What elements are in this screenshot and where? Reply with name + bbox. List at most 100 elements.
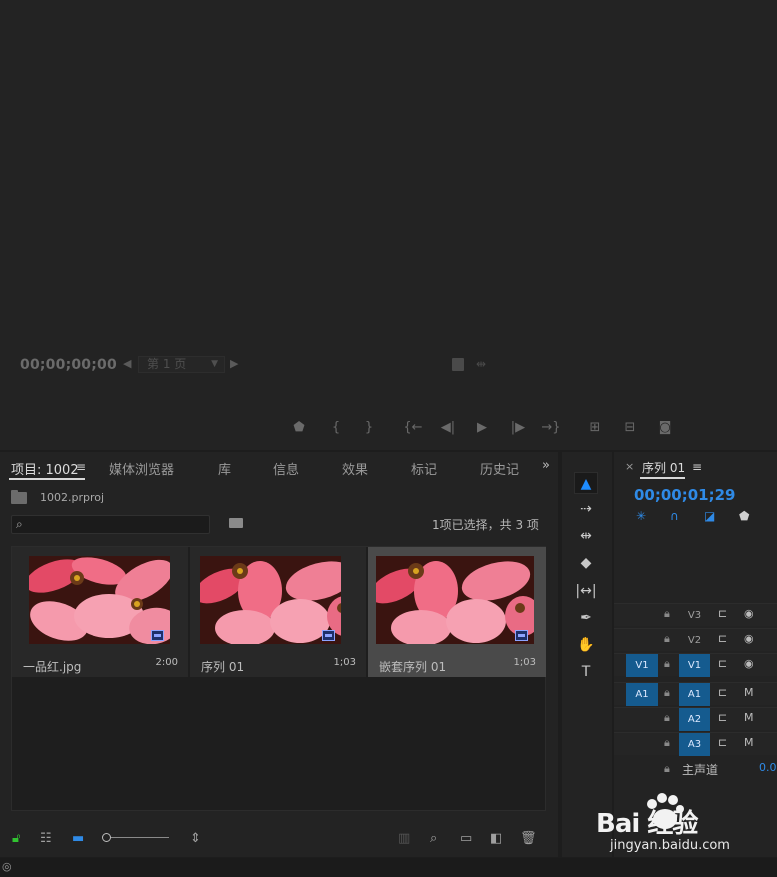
tab-markers[interactable]: 标记 <box>411 459 437 478</box>
baidu-watermark: Bai 经验 jingyan.baidu.com <box>596 790 777 860</box>
source-patch[interactable]: V1 <box>626 654 658 677</box>
sync-icon[interactable]: ⊏ <box>718 657 727 670</box>
sort-icon[interactable]: ⇕ <box>190 831 201 846</box>
camera-icon[interactable]: ◙ <box>655 420 675 435</box>
type-tool-icon[interactable]: T <box>574 661 598 683</box>
track-label[interactable]: V1 <box>679 654 710 677</box>
add-marker-icon[interactable]: ⬟ <box>289 420 309 435</box>
go-to-out-icon[interactable]: →} <box>541 420 561 435</box>
automate-icon[interactable]: ▥ <box>398 831 410 846</box>
lock-icon[interactable]: 🔒︎ <box>664 632 670 646</box>
trash-icon[interactable]: 🗑︎ <box>520 831 537 846</box>
sync-icon[interactable]: ⊏ <box>718 686 727 699</box>
sync-icon[interactable]: ⊏ <box>718 632 727 645</box>
tab-media-browser[interactable]: 媒体浏览器 <box>109 459 174 478</box>
page-select[interactable]: 第 1 页 ▼ <box>138 356 225 373</box>
source-patch[interactable]: A1 <box>626 683 658 706</box>
track-label[interactable]: A3 <box>679 733 710 756</box>
add-marker-icon[interactable]: ⬟ <box>739 509 749 523</box>
item-name: 序列 01 <box>201 660 245 674</box>
panel-menu-icon[interactable]: ≡ <box>76 460 86 474</box>
project-folder-icon <box>11 490 27 504</box>
list-view-icon[interactable]: ☷ <box>40 831 52 846</box>
mute-button[interactable]: M <box>744 711 754 724</box>
tab-history[interactable]: 历史记 <box>480 459 519 478</box>
lock-icon[interactable]: 🔒︎ <box>664 736 670 750</box>
play-icon[interactable]: ▶ <box>472 420 492 435</box>
step-forward-icon[interactable]: |▶ <box>508 420 528 435</box>
page-next-icon[interactable]: ▶ <box>230 357 238 370</box>
project-item[interactable]: 一品红.jpg 2:00 <box>12 547 188 677</box>
sync-icon[interactable]: ⊏ <box>718 711 727 724</box>
new-item-icon[interactable]: ◧ <box>490 831 502 846</box>
eye-icon[interactable]: ◉ <box>744 657 754 670</box>
track-select-tool-icon[interactable]: ⇢ <box>574 498 598 520</box>
project-file-name: 1002.prproj <box>40 491 105 504</box>
timeline-timecode[interactable]: 00;00;01;29 <box>634 486 736 504</box>
find-bin-icon[interactable] <box>229 518 243 528</box>
lock-icon[interactable]: 🔒︎ <box>664 607 670 621</box>
mute-button[interactable]: M <box>744 686 754 699</box>
more-tabs-icon[interactable]: » <box>542 458 550 473</box>
linked-selection-icon[interactable]: ◪ <box>704 509 715 523</box>
track-label[interactable]: A2 <box>679 708 710 731</box>
mark-out-icon[interactable]: } <box>359 420 379 435</box>
project-item[interactable]: 序列 01 1;03 <box>190 547 366 677</box>
selection-tool-icon[interactable]: ▲ <box>574 472 598 494</box>
sync-icon[interactable]: ⊏ <box>718 607 727 620</box>
track-label[interactable]: A1 <box>679 683 710 706</box>
lock-icon[interactable]: 🔓︎ <box>12 831 20 846</box>
step-back-icon[interactable]: ◀| <box>438 420 458 435</box>
active-tab-underline <box>640 477 685 479</box>
razor-tool-icon[interactable]: ◆ <box>574 552 598 574</box>
sequence-tab-title[interactable]: 序列 01 <box>642 459 685 476</box>
mark-in-icon[interactable]: { <box>326 420 346 435</box>
icon-view-icon[interactable]: ▬ <box>72 831 84 846</box>
pen-tool-icon[interactable]: ✒ <box>574 607 598 629</box>
project-bottom-bar: 🔓︎ ☷ ▬ ⇕ ▥ ⌕ ▭ ◧ 🗑︎ <box>0 825 558 857</box>
export-frame-icon[interactable] <box>452 358 464 371</box>
eye-icon[interactable]: ◉ <box>744 607 754 620</box>
panel-menu-icon[interactable]: ≡ <box>692 460 702 474</box>
slip-tool-icon[interactable]: |↔| <box>574 580 598 602</box>
master-track-value[interactable]: 0.0 <box>759 761 777 774</box>
tab-info[interactable]: 信息 <box>273 459 299 478</box>
lock-icon[interactable]: 🔒︎ <box>664 762 670 776</box>
hand-tool-icon[interactable]: ✋ <box>574 634 598 656</box>
lock-icon[interactable]: 🔒︎ <box>664 657 670 671</box>
search-icon: ⌕ <box>16 517 23 531</box>
lock-icon[interactable]: 🔒︎ <box>664 711 670 725</box>
snap-icon[interactable]: ∩ <box>670 509 679 523</box>
lift-icon[interactable]: ⊞ <box>585 420 605 435</box>
tab-project[interactable]: 项目: 1002 <box>11 459 79 478</box>
lock-icon[interactable]: 🔒︎ <box>664 686 670 700</box>
tab-effects[interactable]: 效果 <box>342 459 368 478</box>
nest-icon[interactable]: ✳ <box>636 509 646 523</box>
sequence-type-icon <box>515 630 528 641</box>
poinsettia-image <box>29 556 170 644</box>
mute-button[interactable]: M <box>744 736 754 749</box>
project-panel: 项目: 1002 ≡ 媒体浏览器 库 信息 效果 标记 历史记 » 1002.p… <box>0 452 558 857</box>
search-box[interactable]: ⌕ <box>11 515 210 534</box>
search-input[interactable] <box>32 517 202 532</box>
track-label[interactable]: V2 <box>679 629 710 652</box>
close-icon[interactable]: × <box>625 460 634 473</box>
page-prev-icon[interactable]: ◀ <box>123 357 131 370</box>
go-to-in-icon[interactable]: {← <box>403 420 423 435</box>
status-icon[interactable]: ◎ <box>2 860 12 873</box>
track-label[interactable]: V3 <box>679 604 710 627</box>
extract-icon[interactable]: ⊟ <box>620 420 640 435</box>
eye-icon[interactable]: ◉ <box>744 632 754 645</box>
sync-icon[interactable]: ⊏ <box>718 736 727 749</box>
chevron-down-icon: ▼ <box>211 359 218 369</box>
playhead-timecode[interactable]: 00;00;00;00 <box>20 357 117 373</box>
button-editor-icon[interactable]: ⇹ <box>476 357 486 371</box>
ripple-edit-tool-icon[interactable]: ⇹ <box>574 525 598 547</box>
track-row-a3: 🔒︎ A3 ⊏ M <box>614 732 777 756</box>
zoom-slider-thumb[interactable] <box>102 833 111 842</box>
tab-libraries[interactable]: 库 <box>218 459 231 478</box>
new-bin-icon[interactable]: ▭ <box>460 831 472 846</box>
project-item-selected[interactable]: 嵌套序列 01 1;03 <box>368 547 546 677</box>
zoom-slider-track[interactable] <box>110 837 169 838</box>
find-icon[interactable]: ⌕ <box>430 831 437 846</box>
